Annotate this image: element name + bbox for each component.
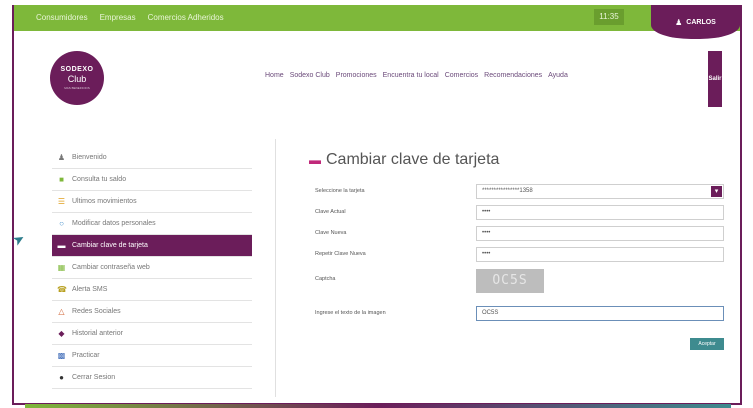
captcha-label: Captcha: [315, 276, 336, 282]
sidebar-item-saldo[interactable]: ■ Consulta tu saldo: [52, 169, 252, 191]
repeat-pin-label: Repetir Clave Nueva: [315, 251, 366, 257]
card-select[interactable]: ****************1358 ▾: [476, 184, 724, 199]
sidebar-item-bienvenido[interactable]: ♟ Bienvenido: [52, 147, 252, 169]
logout-button[interactable]: Salir: [708, 51, 722, 107]
bottom-color-bar: [25, 404, 731, 408]
user-menu[interactable]: ♟ CARLOS: [651, 5, 740, 39]
card-icon: ▬: [309, 153, 321, 167]
phone-icon: ☎: [57, 285, 67, 294]
sidebar-item-movimientos[interactable]: ☰ Ultimos movimientos: [52, 191, 252, 213]
practice-icon: ▩: [57, 351, 66, 360]
new-pin-field[interactable]: ••••: [476, 226, 724, 241]
captcha-input[interactable]: OC5S: [476, 306, 724, 321]
captcha-input-row: Ingrese el texto de la imagen OC5S: [299, 305, 724, 323]
nav-item-home[interactable]: Home: [265, 72, 284, 79]
captcha-image: OC5S: [476, 269, 544, 293]
card-select-value: ****************1358: [482, 188, 533, 194]
sidebar-item-practicar[interactable]: ▩ Practicar: [52, 345, 252, 367]
app-frame: Consumidores Empresas Comercios Adherido…: [12, 5, 742, 405]
card-select-label: Seleccione la tarjeta: [315, 188, 365, 194]
sidebar-item-cerrar-sesion[interactable]: ● Cerrar Sesion: [52, 367, 252, 389]
nav-item-encuentra-local[interactable]: Encuentra tu local: [383, 72, 439, 79]
history-icon: ◆: [58, 329, 65, 338]
list-icon: ☰: [57, 197, 66, 206]
person-edit-icon: ○: [59, 219, 64, 228]
nav-item-ayuda[interactable]: Ayuda: [548, 72, 568, 79]
nav-item-promociones[interactable]: Promociones: [336, 72, 377, 79]
new-pin-label: Clave Nueva: [315, 230, 347, 236]
repeat-pin-row: Repetir Clave Nueva ••••: [299, 246, 724, 264]
sidebar-item-datos-personales[interactable]: ○ Modificar datos personales: [52, 213, 252, 235]
card-select-row: Seleccione la tarjeta ****************13…: [299, 183, 724, 201]
chevron-down-icon[interactable]: ▾: [711, 186, 722, 197]
nav-item-recomendaciones[interactable]: Recomendaciones: [484, 72, 542, 79]
key-icon: ▦: [57, 263, 66, 272]
sidebar-item-historial[interactable]: ◆ Historial anterior: [52, 323, 252, 345]
top-links: Consumidores Empresas Comercios Adherido…: [36, 13, 224, 22]
sidebar-item-redes-sociales[interactable]: △ Redes Sociales: [52, 301, 252, 323]
repeat-pin-field[interactable]: ••••: [476, 247, 724, 262]
sidebar: ♟ Bienvenido ■ Consulta tu saldo ☰ Ultimos …: [52, 147, 252, 389]
user-icon: ♟: [57, 153, 66, 162]
user-icon: ♟: [675, 17, 683, 27]
current-pin-label: Clave Actual: [315, 209, 346, 215]
current-pin-field[interactable]: ••••: [476, 205, 724, 220]
sidebar-item-cambiar-clave[interactable]: ▬ Cambiar clave de tarjeta: [52, 235, 252, 257]
top-bar: Consumidores Empresas Comercios Adherido…: [14, 5, 740, 31]
top-link-consumers[interactable]: Consumidores: [36, 13, 88, 22]
top-link-merchants[interactable]: Comercios Adheridos: [148, 13, 224, 22]
clock-display: 11:35: [594, 9, 624, 25]
page-title: ▬ Cambiar clave de tarjeta: [309, 151, 500, 168]
power-icon: ●: [59, 373, 64, 382]
accept-button[interactable]: Aceptar: [690, 338, 724, 350]
new-pin-row: Clave Nueva ••••: [299, 225, 724, 243]
sodexo-logo[interactable]: SODEXO Club MAS BENEFICIOS: [50, 51, 104, 105]
captcha-row: Captcha OC5S: [299, 269, 724, 295]
share-icon: △: [58, 307, 65, 316]
user-name: CARLOS: [686, 18, 716, 26]
nav-item-comercios[interactable]: Comercios: [445, 72, 478, 79]
captcha-input-label: Ingrese el texto de la imagen: [315, 310, 386, 316]
sidebar-item-contrasena-web[interactable]: ▦ Cambiar contraseña web: [52, 257, 252, 279]
card-icon: ▬: [57, 241, 66, 250]
nav-item-sodexo-club[interactable]: Sodexo Club: [290, 72, 330, 79]
top-link-companies[interactable]: Empresas: [100, 13, 136, 22]
main-nav: Home Sodexo Club Promociones Encuentra t…: [265, 72, 568, 79]
content-divider: [275, 139, 276, 397]
wallet-icon: ■: [59, 175, 64, 184]
sidebar-item-alerta-sms[interactable]: ☎ Alerta SMS: [52, 279, 252, 301]
current-pin-row: Clave Actual ••••: [299, 204, 724, 222]
